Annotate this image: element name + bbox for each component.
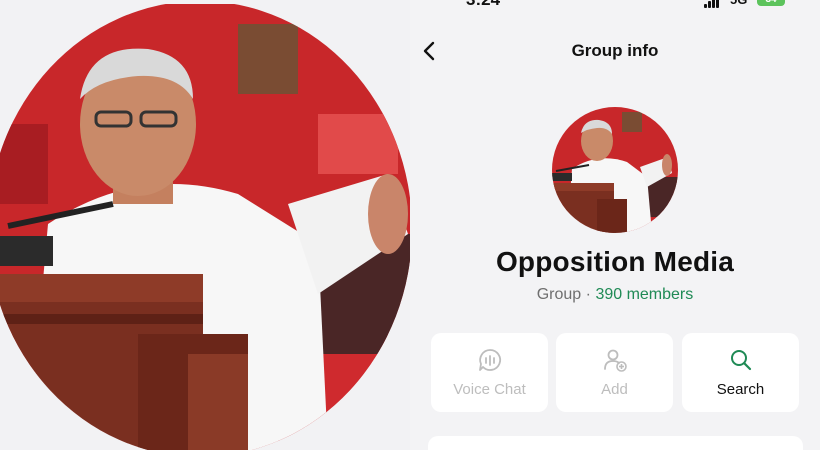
search-button[interactable]: Search [682,333,799,412]
group-type-label: Group [536,286,582,303]
voice-chat-button[interactable]: Voice Chat [431,333,548,412]
group-avatar[interactable] [552,107,678,233]
group-actions: Voice Chat Add Search [431,333,799,413]
status-time: 3:24 [466,0,500,10]
page-title: Group info [571,41,659,60]
navigation-bar: Group info [410,30,820,70]
group-photo-large [0,4,410,450]
network-type: 5G [730,0,747,7]
members-count-link[interactable]: 390 members [595,286,693,303]
info-card [428,436,803,450]
add-label: Add [601,381,628,398]
search-label: Search [716,381,765,398]
status-bar: 3:24 5G 34 [410,0,820,12]
group-name: Opposition Media [495,246,735,277]
add-member-button[interactable]: Add [556,333,673,412]
cellular-signal-icon [704,0,722,8]
enlarged-photo-pane [0,0,410,450]
meta-separator: · [585,286,591,303]
add-person-icon [604,349,627,372]
voice-chat-icon [479,349,502,371]
group-meta: Group · 390 members [410,286,820,304]
battery-icon: 34 [757,0,785,6]
voice-chat-label: Voice Chat [453,381,526,398]
group-info-screen: 3:24 5G 34 Group info [410,0,820,450]
search-icon [731,350,752,371]
